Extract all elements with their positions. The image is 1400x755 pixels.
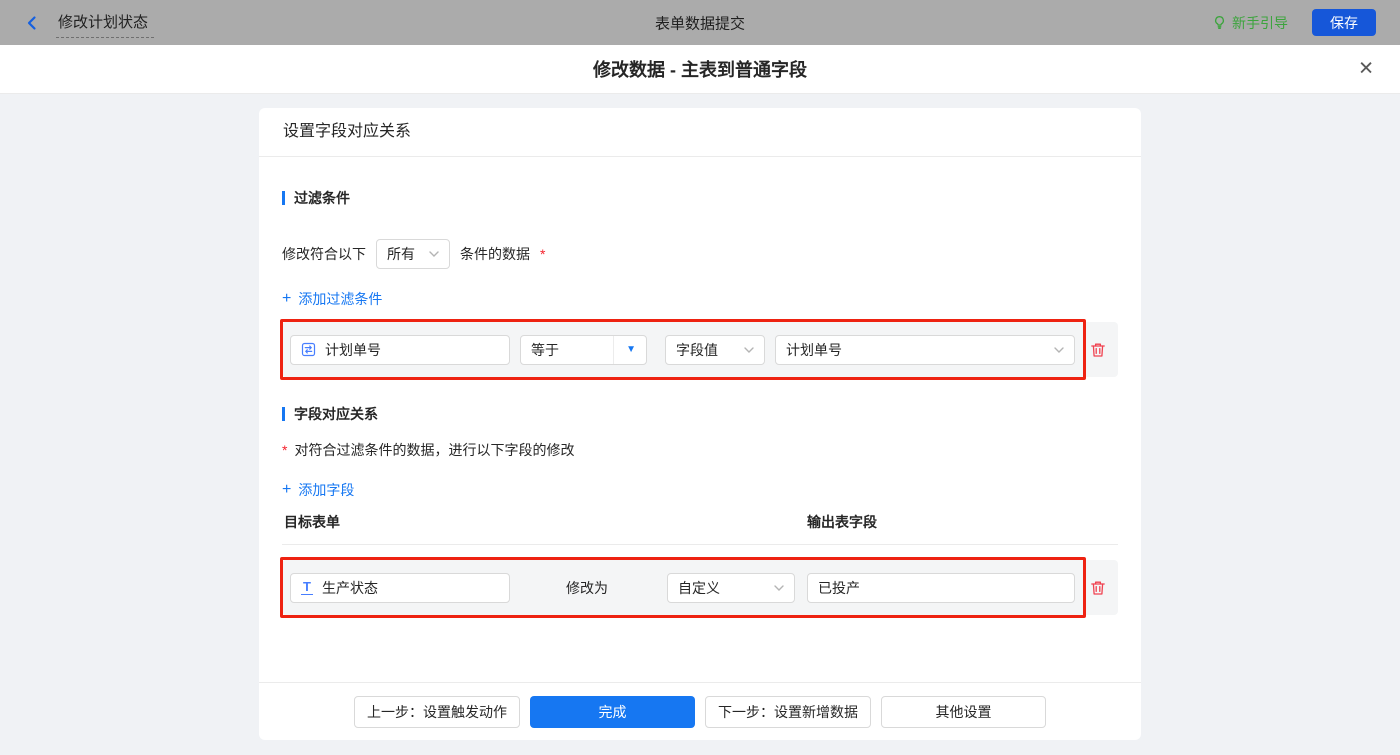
match-mode-select[interactable]: 所有 (376, 239, 450, 269)
custom-value-text: 已投产 (818, 579, 860, 596)
section-bar-icon (282, 407, 285, 421)
beginner-guide-link[interactable]: 新手引导 (1212, 13, 1288, 33)
value-type-value: 字段值 (676, 341, 718, 358)
plus-icon: + (282, 481, 292, 498)
other-settings-button[interactable]: 其他设置 (881, 695, 1046, 728)
modify-mode-select[interactable]: 自定义 (667, 572, 795, 603)
done-button[interactable]: 完成 (530, 695, 695, 728)
chevron-down-icon (774, 584, 784, 591)
section-bar-icon (282, 191, 285, 205)
delete-mapping-icon[interactable] (1088, 578, 1108, 598)
dialog-body: 设置字段对应关系 过滤条件 修改符合以下 所有 条件的数据 * + 添加过滤条件… (0, 108, 1400, 755)
custom-value-input[interactable]: 已投产 (807, 572, 1075, 603)
delete-filter-icon[interactable] (1088, 340, 1108, 360)
lightbulb-icon (1212, 15, 1227, 30)
text-field-icon: T (301, 579, 313, 595)
target-field-value: 生产状态 (321, 579, 378, 596)
next-step-button[interactable]: 下一步：设置新增数据 (705, 695, 871, 728)
guide-label: 新手引导 (1232, 14, 1288, 31)
dialog-footer: 上一步：设置触发动作 完成 下一步：设置新增数据 其他设置 (259, 682, 1141, 740)
mapping-section-label: 字段对应关系 (294, 406, 378, 422)
filter-section-title: 过滤条件 (282, 188, 1118, 208)
card-body: 过滤条件 修改符合以下 所有 条件的数据 * + 添加过滤条件 计划单号 等于 … (259, 157, 1141, 682)
mapping-section-title: 字段对应关系 (282, 404, 1118, 424)
field-mapping-row: T 生产状态 修改为 自定义 已投产 (280, 557, 1118, 618)
filter-section-label: 过滤条件 (294, 190, 350, 206)
column-output-field: 输出表字段 (807, 514, 877, 530)
chevron-down-icon (744, 346, 754, 353)
back-icon[interactable] (24, 15, 40, 31)
chevron-down-icon (1054, 346, 1064, 353)
settings-card: 设置字段对应关系 过滤条件 修改符合以下 所有 条件的数据 * + 添加过滤条件… (259, 108, 1141, 740)
filter-field-input[interactable]: 计划单号 (290, 334, 510, 365)
topbar: 修改计划状态 表单数据提交 新手引导 保存 (0, 0, 1400, 45)
mapping-description: * 对符合过滤条件的数据，进行以下字段的修改 (282, 440, 1118, 460)
match-prefix-label: 修改符合以下 (282, 246, 366, 262)
column-target-form: 目标表单 (284, 514, 340, 530)
chevron-down-icon (429, 251, 439, 257)
add-filter-condition-link[interactable]: + 添加过滤条件 (282, 289, 382, 309)
match-suffix-label: 条件的数据 (460, 246, 530, 262)
add-field-link[interactable]: + 添加字段 (282, 480, 354, 500)
plus-icon: + (282, 290, 292, 307)
card-title: 设置字段对应关系 (259, 108, 1141, 157)
topbar-right: 新手引导 保存 (1212, 9, 1376, 36)
modify-mode-value: 自定义 (678, 579, 720, 596)
modify-to-label: 修改为 (566, 579, 608, 596)
required-mark: * (540, 246, 546, 262)
dialog-title: 修改数据 - 主表到普通字段 (593, 60, 807, 80)
value-field-value: 计划单号 (786, 341, 842, 358)
close-icon[interactable]: ✕ (1358, 60, 1374, 79)
mapping-column-headers: 目标表单 输出表字段 (282, 512, 1118, 545)
target-field-input[interactable]: T 生产状态 (290, 572, 510, 603)
value-type-select[interactable]: 字段值 (665, 334, 765, 365)
filter-field-value: 计划单号 (325, 341, 381, 358)
value-field-select[interactable]: 计划单号 (775, 334, 1075, 365)
add-field-label: 添加字段 (298, 482, 355, 498)
match-condition-line: 修改符合以下 所有 条件的数据 * (282, 239, 1118, 269)
topbar-left: 修改计划状态 (24, 8, 155, 38)
serial-number-icon (301, 342, 316, 357)
caret-down-icon[interactable]: ▼ (613, 335, 636, 364)
required-mark: * (282, 442, 288, 458)
mapping-description-text: 对符合过滤条件的数据，进行以下字段的修改 (294, 442, 575, 458)
match-mode-value: 所有 (387, 246, 415, 262)
save-button[interactable]: 保存 (1312, 9, 1376, 36)
add-filter-label: 添加过滤条件 (298, 291, 383, 307)
prev-step-button[interactable]: 上一步：设置触发动作 (354, 695, 520, 728)
workflow-title[interactable]: 修改计划状态 (56, 8, 155, 38)
operator-value: 等于 (531, 341, 559, 358)
operator-select[interactable]: 等于 ▼ (520, 334, 647, 365)
page-title: 表单数据提交 (654, 15, 746, 32)
filter-condition-row: 计划单号 等于 ▼ 字段值 计划单号 (280, 319, 1118, 380)
dialog-header: 修改数据 - 主表到普通字段 ✕ (0, 45, 1400, 94)
